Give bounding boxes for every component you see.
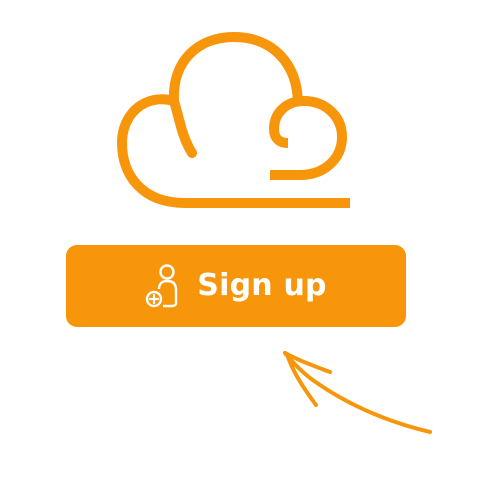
hand-drawn-arrow-icon [283, 351, 432, 434]
pointer-arrow [270, 335, 445, 450]
signup-button[interactable]: Sign up [66, 245, 406, 327]
add-user-icon [146, 264, 178, 308]
cloud-logo [110, 25, 360, 225]
signup-button-label: Sign up [197, 268, 327, 303]
cloud-icon [117, 32, 350, 208]
